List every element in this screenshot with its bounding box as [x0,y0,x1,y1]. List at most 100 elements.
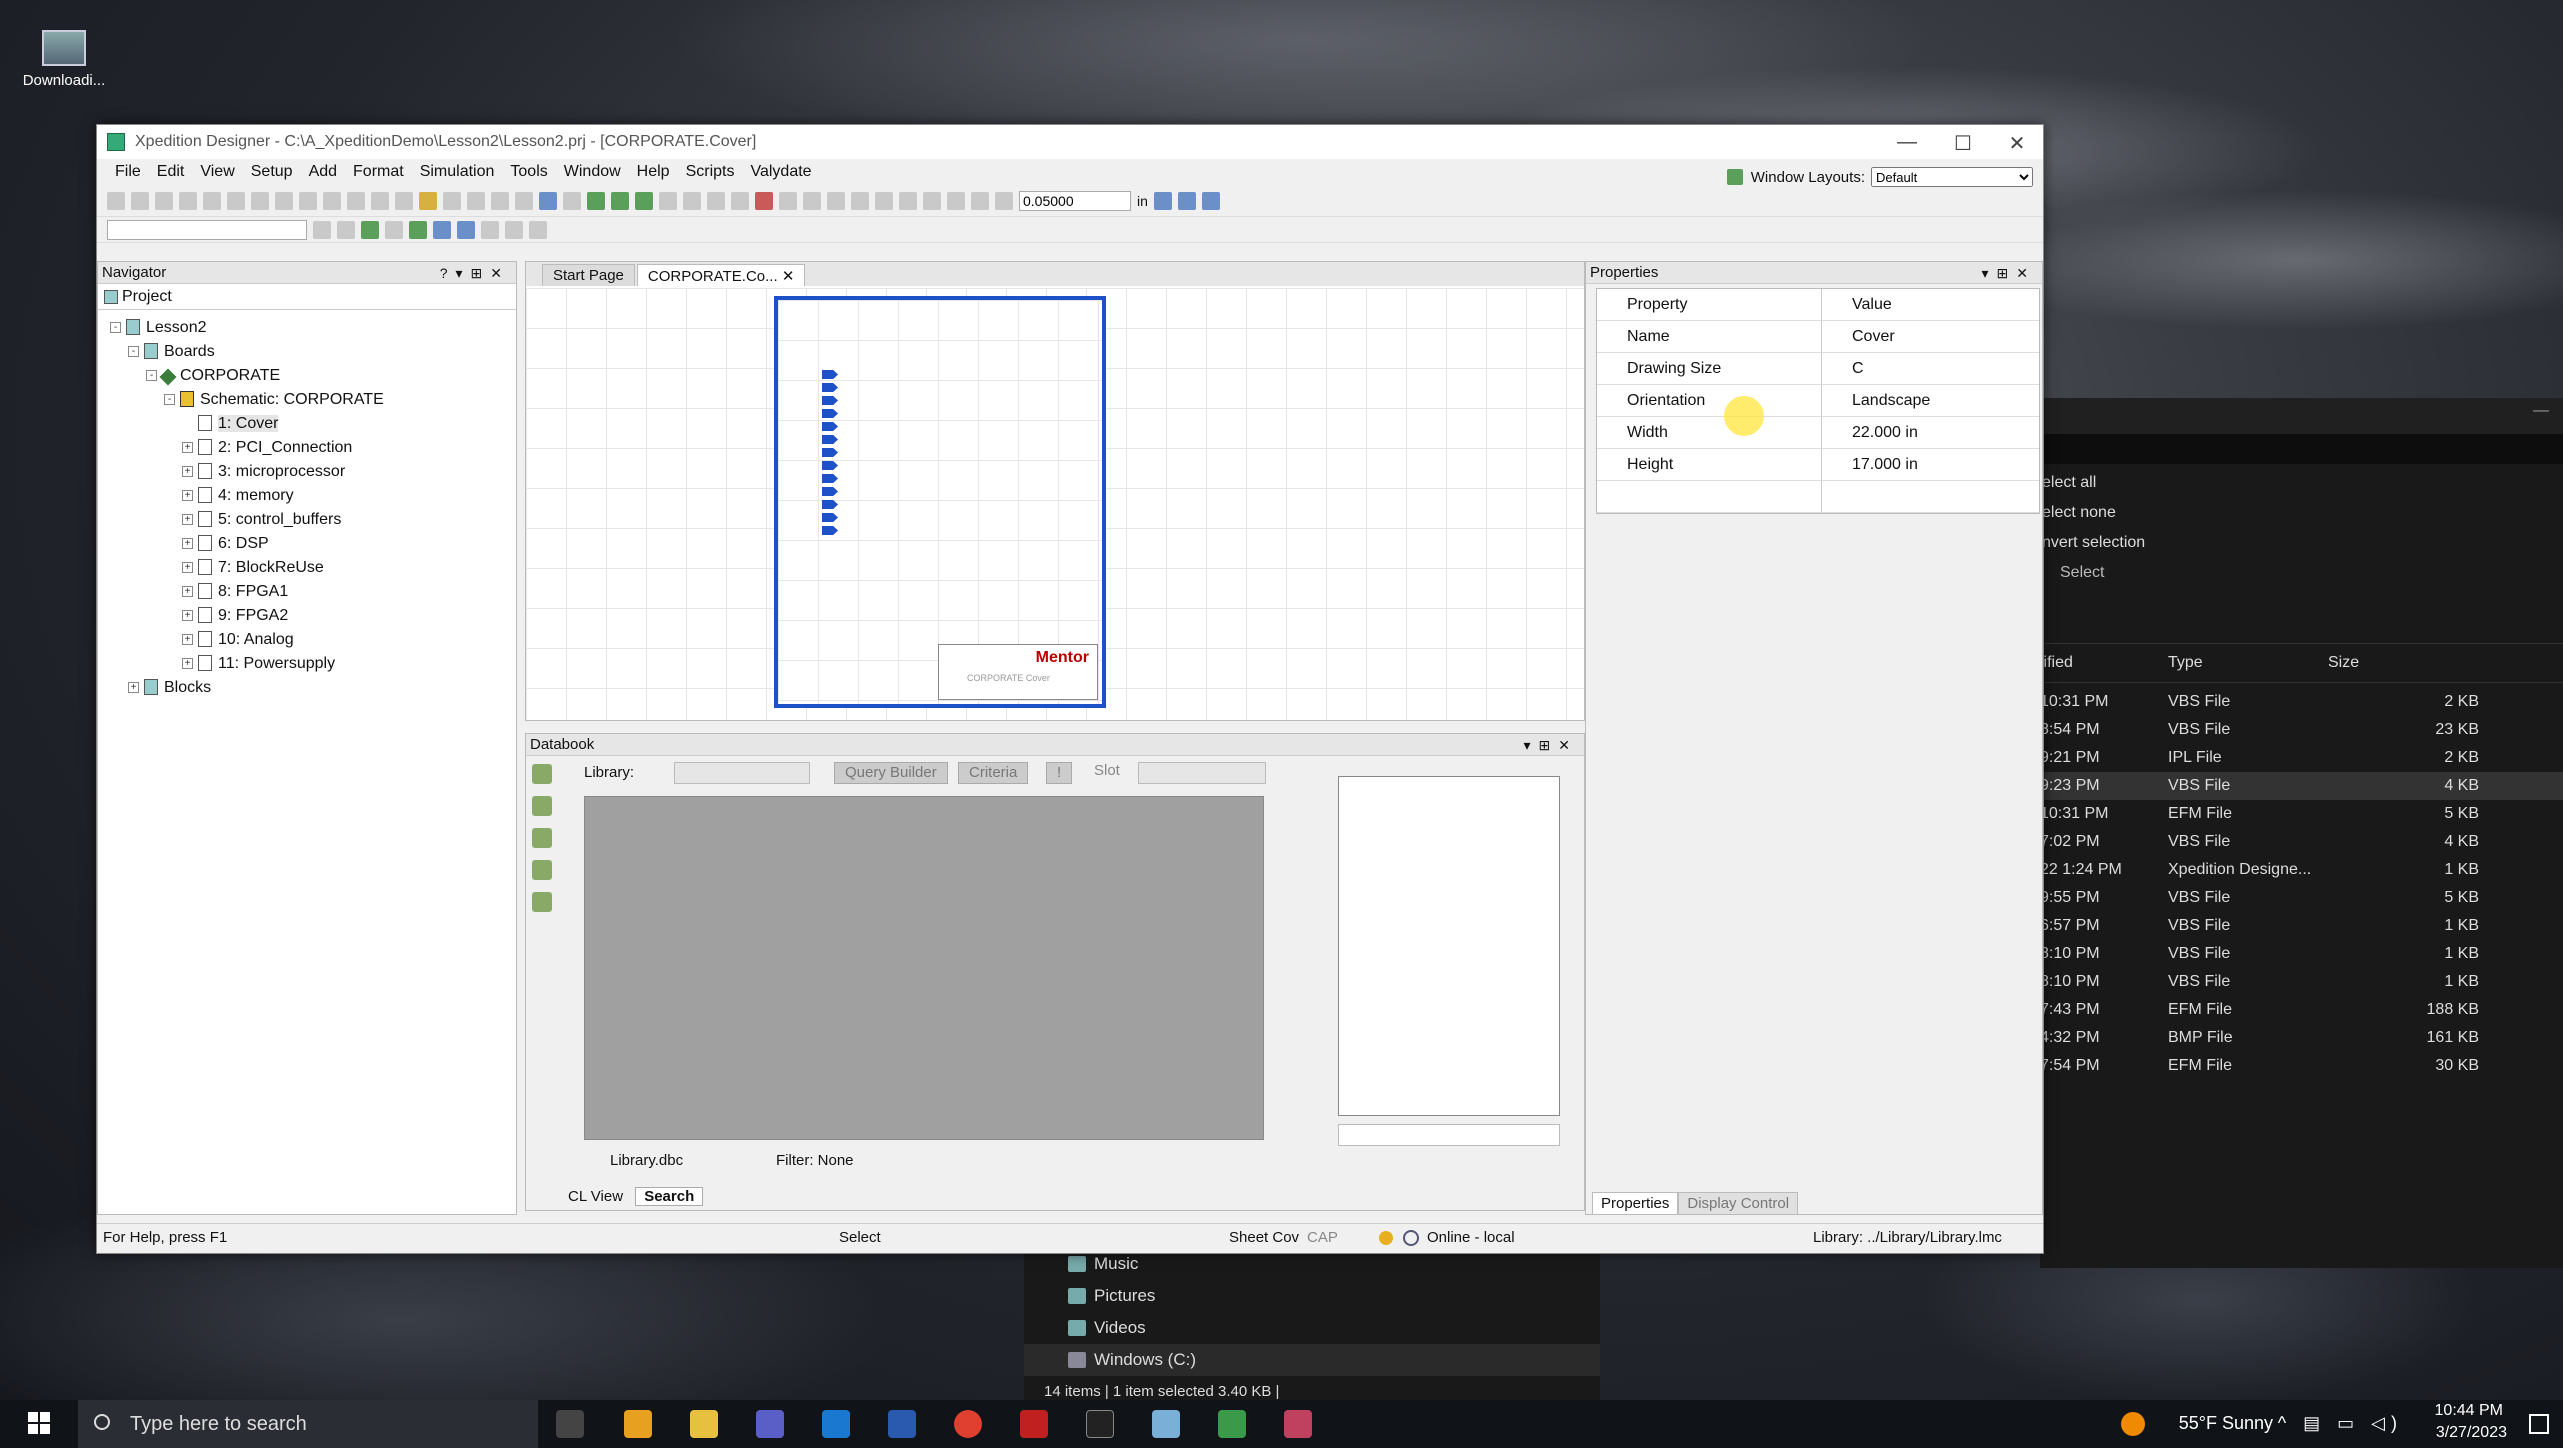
collapse-icon[interactable]: - [146,370,157,381]
zoom-fit-icon[interactable] [299,191,317,210]
add-net-icon[interactable] [611,191,629,210]
binoculars-icon[interactable] [532,764,552,784]
library-dropdown[interactable] [674,762,810,784]
tree-node[interactable]: - Schematic: CORPORATE [98,388,516,412]
print-icon[interactable] [131,191,149,210]
project-tab[interactable]: Project [98,284,516,310]
tool-icon[interactable] [803,191,821,210]
col-type[interactable]: Type [2168,654,2203,672]
panel-controls[interactable]: ▾⊞✕ [1524,734,1579,756]
property-value[interactable]: C [1822,353,2039,384]
property-row[interactable]: Width 22.000 in [1597,417,2039,449]
tree-node[interactable]: +9: FPGA2 [98,604,516,628]
taskbar-search[interactable]: Type here to search [78,1400,538,1448]
file-row[interactable]: 8:54 PM VBS File 23 KB [2040,716,2563,744]
port-symbol[interactable] [822,500,838,509]
grid-icon[interactable] [1201,191,1220,210]
menu-simulation[interactable]: Simulation [420,163,495,181]
expand-icon[interactable]: + [182,490,193,501]
property-row[interactable]: Drawing Size C [1597,353,2039,385]
expand-icon[interactable]: + [182,658,193,669]
app-icon[interactable] [1152,1410,1180,1438]
redo-icon[interactable] [275,191,293,210]
tree-node[interactable]: +7: BlockReUse [98,556,516,580]
tool-icon[interactable] [505,220,523,239]
property-value[interactable]: Cover [1822,321,2039,352]
expand-icon[interactable]: + [128,682,139,693]
desktop-icon-downloads[interactable]: Downloadi... [14,30,114,89]
search-icon[interactable] [532,892,552,912]
find-icon[interactable] [227,191,245,210]
tool-icon[interactable] [385,220,403,239]
file-row[interactable]: 7:02 PM VBS File 4 KB [2040,828,2563,856]
panel-controls[interactable]: ▾⊞✕ [1982,262,2037,284]
tree-node[interactable]: + Blocks [98,676,516,700]
col-size[interactable]: Size [2328,654,2359,672]
view-icon[interactable] [419,191,437,210]
menu-format[interactable]: Format [353,163,404,181]
tool-icon[interactable] [731,191,749,210]
align-icon[interactable] [947,191,965,210]
tool-icon[interactable] [409,220,427,239]
align-icon[interactable] [971,191,989,210]
property-value[interactable]: 17.000 in [1822,449,2039,480]
file-row[interactable]: 4:32 PM BMP File 161 KB [2040,1024,2563,1052]
port-symbol[interactable] [822,526,838,535]
expand-icon[interactable]: + [182,466,193,477]
port-symbol[interactable] [822,370,838,379]
add-bus-icon[interactable] [635,191,653,210]
terminal-icon[interactable] [1086,1410,1114,1438]
tree-node[interactable]: +3: microprocessor [98,460,516,484]
tool-icon[interactable] [827,191,845,210]
tree-node[interactable]: - CORPORATE [98,364,516,388]
zoom-out-icon[interactable] [347,191,365,210]
port-symbol[interactable] [822,513,838,522]
property-value[interactable]: Landscape [1822,385,2039,416]
tree-node[interactable]: - Boards [98,340,516,364]
task-view-icon[interactable] [556,1410,584,1438]
xpedition-taskbar-icon[interactable] [1218,1410,1246,1438]
tree-node[interactable]: +11: Powersupply [98,652,516,676]
file-row[interactable]: 9:55 PM VBS File 5 KB [2040,884,2563,912]
menu-add[interactable]: Add [309,163,337,181]
undo-icon[interactable] [251,191,269,210]
file-row[interactable]: 6:57 PM VBS File 1 KB [2040,912,2563,940]
tool-icon[interactable] [457,220,475,239]
copy-icon[interactable] [179,191,197,210]
file-row[interactable]: 10:31 PM EFM File 5 KB [2040,800,2563,828]
drawing-sheet[interactable]: Mentor CORPORATE Cover [774,296,1106,708]
weather-text[interactable]: 55°F Sunny [2179,1413,2273,1434]
filter-icon[interactable] [443,191,461,210]
query-builder-button[interactable]: Query Builder [834,762,948,784]
expand-icon[interactable]: + [182,538,193,549]
port-symbol[interactable] [822,396,838,405]
preview-dropdown[interactable] [1338,1124,1560,1146]
paste-icon[interactable] [203,191,221,210]
port-symbol[interactable] [822,409,838,418]
word-icon[interactable] [888,1410,916,1438]
tool-icon[interactable] [532,860,552,880]
expand-icon[interactable]: + [182,562,193,573]
cut-icon[interactable] [155,191,173,210]
execute-button[interactable]: ! [1046,762,1073,784]
tab-cl-view[interactable]: CL View [560,1188,631,1205]
close-tab-icon[interactable]: ✕ [782,268,795,285]
library-icon[interactable] [532,796,552,816]
tree-node[interactable]: +5: control_buffers [98,508,516,532]
align-icon[interactable] [899,191,917,210]
menu-help[interactable]: Help [637,163,670,181]
tree-node[interactable]: +4: memory [98,484,516,508]
tool-icon[interactable] [481,220,499,239]
panel-controls[interactable]: ?▾⊞✕ [440,262,510,284]
property-row[interactable]: Orientation Landscape [1597,385,2039,417]
tool-icon[interactable] [683,191,701,210]
grid-icon[interactable] [1153,191,1172,210]
text-icon[interactable] [659,191,677,210]
minimize-icon[interactable]: — [2533,402,2549,420]
tab-properties[interactable]: Properties [1592,1192,1679,1215]
windows-start-icon[interactable] [28,1412,50,1434]
zoom-prev-icon[interactable] [395,191,413,210]
file-explorer-icon[interactable] [690,1410,718,1438]
collapse-icon[interactable]: - [128,346,139,357]
maximize-button[interactable]: ☐ [1943,131,1983,156]
